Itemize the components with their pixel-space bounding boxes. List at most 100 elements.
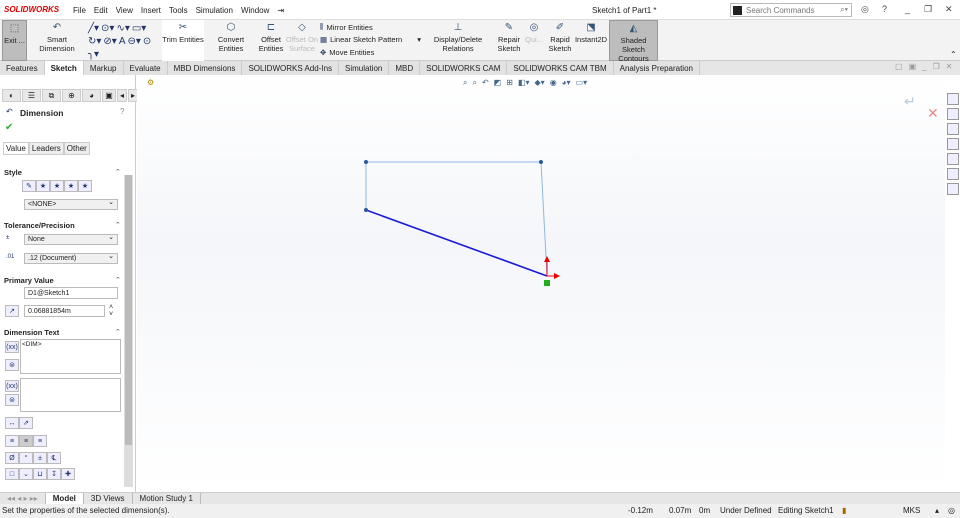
inspection-dimension-icon[interactable]: ⊜ <box>5 359 19 371</box>
leader-icon[interactable]: ⇗ <box>19 417 33 429</box>
cam-tab[interactable]: ▣ <box>102 89 116 102</box>
counterbore-icon[interactable]: ⊔ <box>33 468 47 480</box>
dimension-text-above[interactable]: <DIM> <box>20 339 121 374</box>
slot-icon[interactable]: ⊖▾ <box>127 36 140 47</box>
tab-value[interactable]: Value <box>3 142 29 155</box>
rectangle-icon[interactable]: ▭▾ <box>132 23 146 34</box>
trim-entities-button[interactable]: ✂ Trim Entities <box>162 20 204 61</box>
tab-sketch[interactable]: Sketch <box>44 61 84 75</box>
tab-addins[interactable]: SOLIDWORKS Add-Ins <box>242 61 340 75</box>
view-palette-icon[interactable] <box>947 153 959 165</box>
close-button[interactable]: ✕ <box>945 4 953 15</box>
search-icon[interactable]: ⌕▾ <box>840 5 848 15</box>
align-center-icon[interactable]: ≡ <box>19 435 33 447</box>
save-style-icon[interactable]: ★ <box>64 180 78 192</box>
point-icon[interactable]: ⊙ <box>143 36 151 47</box>
user-icon[interactable]: ◎ <box>861 4 869 15</box>
dimxpert-tab[interactable]: ⊕ <box>62 89 81 102</box>
style-select[interactable]: <NONE> <box>24 198 118 210</box>
tab-model[interactable]: Model <box>45 493 84 504</box>
dimension-value-field[interactable]: 0.06881854m <box>24 305 105 317</box>
degree-icon[interactable]: ° <box>19 452 33 464</box>
menu-tools[interactable]: Tools <box>169 6 188 15</box>
custom-properties-icon[interactable] <box>947 183 959 195</box>
feature-manager-tab[interactable]: ◐ <box>2 89 21 102</box>
mirror-entities-button[interactable]: ⫼ Mirror Entities <box>320 22 373 32</box>
tab-cam-tbm[interactable]: SOLIDWORKS CAM TBM <box>507 61 614 75</box>
menu-simulation[interactable]: Simulation <box>196 6 233 15</box>
tab-leaders[interactable]: Leaders <box>28 142 64 155</box>
selected-sketch-line[interactable] <box>365 209 548 277</box>
offset-on-surface-button[interactable]: ◇ Offset On Surface <box>286 20 318 61</box>
menu-edit[interactable]: Edit <box>94 6 108 15</box>
align-right-icon[interactable]: ≡ <box>33 435 47 447</box>
panel-scrollbar[interactable] <box>124 175 133 487</box>
linear-sketch-pattern-button[interactable]: ▦ Linear Sketch Pattern ▾ <box>320 35 421 44</box>
square-icon[interactable]: □ <box>5 468 19 480</box>
restore-button[interactable]: ❐ <box>924 4 932 15</box>
min-doc-icon[interactable]: _ <box>922 62 926 71</box>
diameter-icon[interactable]: Ø <box>5 452 19 464</box>
tab-motion-study[interactable]: Motion Study 1 <box>133 493 201 504</box>
close-doc-icon[interactable]: ✕ <box>946 62 953 71</box>
solidworks-resources-icon[interactable] <box>947 93 959 105</box>
tile2-icon[interactable]: ▣ <box>909 62 917 71</box>
home-icon[interactable] <box>947 108 959 120</box>
collapse-icon[interactable]: ⌃ <box>115 168 121 176</box>
sketch-point[interactable] <box>364 160 368 164</box>
help-icon[interactable]: ? <box>882 4 887 14</box>
inline-icon[interactable]: ↔ <box>5 417 19 429</box>
configuration-manager-tab[interactable]: ⧉ <box>42 89 61 102</box>
load-style-icon[interactable]: ★ <box>78 180 92 192</box>
tab-3d-views[interactable]: 3D Views <box>84 493 133 504</box>
rapid-sketch-button[interactable]: ✐ Rapid Sketch <box>548 20 572 61</box>
circle-icon[interactable]: ⊙▾ <box>101 23 114 34</box>
appearances-icon[interactable] <box>947 168 959 180</box>
depth-icon[interactable]: ↧ <box>47 468 61 480</box>
collapse-ribbon-icon[interactable]: ⌃ <box>950 50 957 59</box>
collapse-icon[interactable]: ⌃ <box>115 221 121 229</box>
property-manager-tab[interactable]: ☰ <box>22 89 41 102</box>
tolerance-select[interactable]: None <box>24 233 118 245</box>
display-delete-relations-button[interactable]: ⊥ Display/Delete Relations <box>420 20 496 61</box>
add-parentheses-icon[interactable]: (xx) <box>5 341 19 353</box>
rebuild-icon[interactable]: ▮ <box>842 506 846 515</box>
more-symbols-icon[interactable]: ✚ <box>61 468 75 480</box>
tab-mbd[interactable]: MBD <box>389 61 421 75</box>
file-explorer-icon[interactable] <box>947 138 959 150</box>
search-commands-input[interactable]: Search Commands ⌕▾ <box>730 3 852 17</box>
polygon-icon[interactable]: ⊘▾ <box>103 36 116 47</box>
convert-entities-button[interactable]: ⬡ Convert Entities <box>205 20 257 61</box>
tab-evaluate[interactable]: Evaluate <box>123 61 168 75</box>
sketch-point[interactable] <box>364 208 368 212</box>
graphics-area[interactable]: ⌕ ⌕ ↶ ◩ ⊞ ◧▾ ◆▾ ◉ ◕▾ ▭▾ ⚙ ▢ ▣ _ ❐ ✕ ↵ ✕ <box>137 62 952 492</box>
menu-window[interactable]: Window <box>241 6 269 15</box>
precision-select[interactable]: .12 (Document) <box>24 252 118 264</box>
sketch-point[interactable] <box>539 160 543 164</box>
collapse-icon[interactable]: ⌃ <box>115 328 121 336</box>
exit-sketch-button[interactable]: ⬚ Exit ... <box>2 20 27 61</box>
tab-markup[interactable]: Markup <box>83 61 124 75</box>
scrollbar-thumb[interactable] <box>125 175 132 445</box>
pin-icon[interactable]: ⇥ <box>277 6 284 15</box>
tab-nav-icons[interactable]: ◂◂ ◂ ▸ ▸▸ <box>0 493 46 504</box>
spline-icon[interactable]: ∿▾ <box>116 23 129 34</box>
add-style-icon[interactable]: ★ <box>36 180 50 192</box>
plus-minus-icon[interactable]: ± <box>33 452 47 464</box>
centerline-icon[interactable]: ℄ <box>47 452 61 464</box>
value-spinner[interactable]: ˄ ˅ <box>109 304 113 318</box>
tab-other[interactable]: Other <box>63 142 90 155</box>
dimension-text-below[interactable] <box>20 378 121 412</box>
menu-insert[interactable]: Insert <box>141 6 161 15</box>
add-parentheses-icon[interactable]: (xx) <box>5 380 19 392</box>
menu-file[interactable]: File <box>73 6 86 15</box>
units-dropdown-icon[interactable]: ▴ <box>935 506 939 515</box>
reverse-direction-icon[interactable]: ↗ <box>5 305 19 317</box>
delete-style-icon[interactable]: ★ <box>50 180 64 192</box>
collapse-icon[interactable]: ⌃ <box>115 276 121 284</box>
restore-doc-icon[interactable]: ❐ <box>933 62 940 71</box>
text-icon[interactable]: A <box>119 36 126 47</box>
repair-sketch-button[interactable]: ✎ Repair Sketch <box>497 20 521 61</box>
countersink-icon[interactable]: ⌄ <box>19 468 33 480</box>
tab-simulation[interactable]: Simulation <box>339 61 390 75</box>
